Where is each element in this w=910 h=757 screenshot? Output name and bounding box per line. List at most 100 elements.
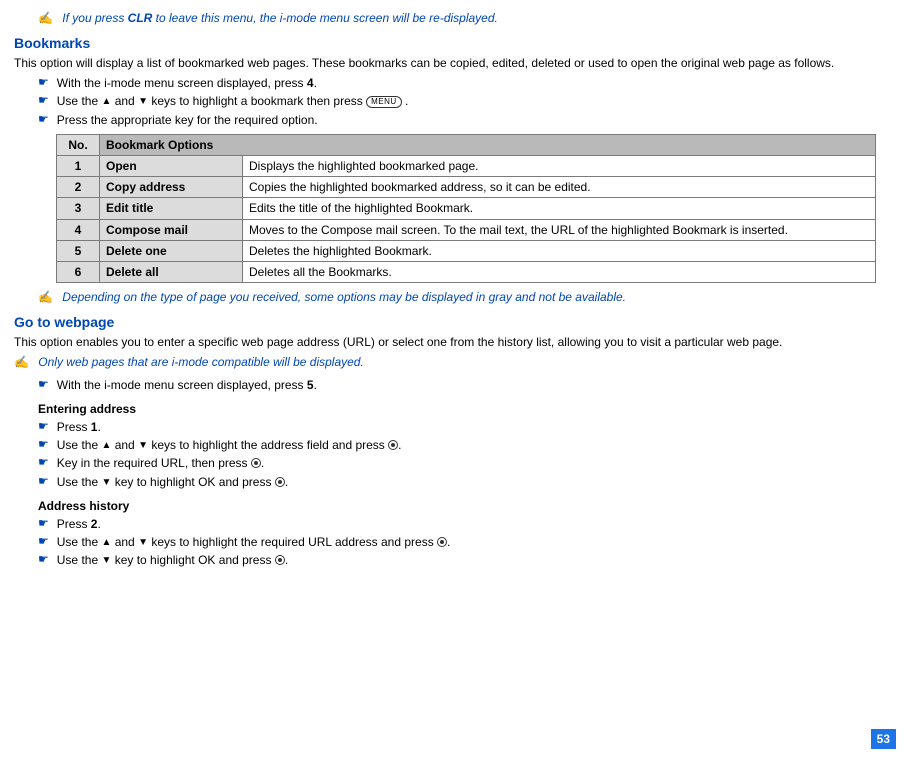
row-option-desc: Copies the highlighted bookmarked addres…: [243, 177, 876, 198]
down-arrow-icon: ▼: [138, 537, 148, 548]
row-option-name: Copy address: [100, 177, 243, 198]
ea-s3-pre: Key in the required URL, then press: [57, 456, 251, 470]
down-arrow-icon: ▼: [138, 440, 148, 451]
entering-step-2: ☛ Use the ▲ and ▼ keys to highlight the …: [38, 437, 896, 453]
ah-s2-end: .: [447, 535, 450, 549]
goto-intro: This option enables you to enter a speci…: [14, 334, 896, 350]
row-number: 6: [57, 261, 100, 282]
ah-s2-mid: and: [111, 535, 138, 549]
bookmarks-heading: Bookmarks: [14, 34, 896, 53]
goto-heading: Go to webpage: [14, 313, 896, 332]
ea-s3-end: .: [261, 456, 264, 470]
ah-s1-post: .: [97, 517, 100, 531]
row-option-name: Compose mail: [100, 219, 243, 240]
down-arrow-icon: ▼: [101, 555, 111, 566]
bookmarks-step-1: ☛ With the i-mode menu screen displayed,…: [38, 75, 896, 91]
row-option-name: Open: [100, 156, 243, 177]
note-clr-post: to leave this menu, the i-mode menu scre…: [152, 11, 498, 25]
table-row: 5Delete oneDeletes the highlighted Bookm…: [57, 240, 876, 261]
bm-step1-pre: With the i-mode menu screen displayed, p…: [57, 76, 307, 90]
table-row: 2Copy addressCopies the highlighted book…: [57, 177, 876, 198]
ea-s2-mid: and: [111, 438, 138, 452]
up-arrow-icon: ▲: [101, 537, 111, 548]
bm-step2-mid: and: [111, 94, 138, 108]
bookmarks-step-2: ☛ Use the ▲ and ▼ keys to highlight a bo…: [38, 93, 896, 109]
note-clr-pre: If you press: [62, 11, 127, 25]
hand-icon: ☛: [38, 75, 49, 91]
ah-s3-end: .: [285, 553, 288, 567]
entering-heading: Entering address: [38, 401, 896, 417]
history-heading: Address history: [38, 498, 896, 514]
ea-s1-post: .: [97, 420, 100, 434]
history-step-1: ☛ Press 2.: [38, 516, 896, 532]
bm-step2-post1: keys to highlight a bookmark then press: [148, 94, 366, 108]
ok-key-icon: [437, 537, 447, 547]
note-icon: ✍: [38, 11, 53, 25]
hand-icon: ☛: [38, 534, 49, 550]
hand-icon: ☛: [38, 455, 49, 471]
goto-note: ✍ Only web pages that are i-mode compati…: [14, 354, 896, 370]
hand-icon: ☛: [38, 516, 49, 532]
ea-s2-post: keys to highlight the address field and …: [148, 438, 388, 452]
note-clr: ✍ If you press CLR to leave this menu, t…: [38, 10, 896, 26]
note-icon: ✍: [38, 290, 53, 304]
history-step-3: ☛ Use the ▼ key to highlight OK and pres…: [38, 552, 896, 568]
ok-key-icon: [251, 458, 261, 468]
row-number: 2: [57, 177, 100, 198]
hand-icon: ☛: [38, 377, 49, 393]
table-row: 3Edit titleEdits the title of the highli…: [57, 198, 876, 219]
note-gray: ✍ Depending on the type of page you rece…: [38, 289, 896, 305]
row-option-desc: Moves to the Compose mail screen. To the…: [243, 219, 876, 240]
row-number: 5: [57, 240, 100, 261]
th-no: No.: [57, 134, 100, 155]
ah-s2-pre: Use the: [57, 535, 102, 549]
goto-note-text: Only web pages that are i-mode compatibl…: [38, 355, 364, 369]
ea-s2-end: .: [398, 438, 401, 452]
row-option-desc: Deletes the highlighted Bookmark.: [243, 240, 876, 261]
note-icon: ✍: [14, 355, 29, 369]
bm-step3-text: Press the appropriate key for the requir…: [57, 112, 896, 128]
ea-s4-pre: Use the: [57, 475, 102, 489]
ok-key-icon: [275, 555, 285, 565]
ea-s2-pre: Use the: [57, 438, 102, 452]
down-arrow-icon: ▼: [101, 477, 111, 488]
entering-step-3: ☛ Key in the required URL, then press .: [38, 455, 896, 471]
bm-step1-key: 4: [307, 76, 314, 90]
ea-s4-end: .: [285, 475, 288, 489]
entering-step-4: ☛ Use the ▼ key to highlight OK and pres…: [38, 474, 896, 490]
goto-step1-key: 5: [307, 378, 314, 392]
hand-icon: ☛: [38, 419, 49, 435]
note-gray-text: Depending on the type of page you receiv…: [62, 290, 626, 304]
history-step-2: ☛ Use the ▲ and ▼ keys to highlight the …: [38, 534, 896, 550]
row-option-name: Delete all: [100, 261, 243, 282]
goto-step1-pre: With the i-mode menu screen displayed, p…: [57, 378, 307, 392]
ea-s1-pre: Press: [57, 420, 91, 434]
bookmark-options-table: No. Bookmark Options 1OpenDisplays the h…: [56, 134, 876, 283]
goto-step1-post: .: [314, 378, 317, 392]
row-number: 3: [57, 198, 100, 219]
row-number: 1: [57, 156, 100, 177]
hand-icon: ☛: [38, 552, 49, 568]
row-option-name: Delete one: [100, 240, 243, 261]
table-row: 1OpenDisplays the highlighted bookmarked…: [57, 156, 876, 177]
ah-s3-pre: Use the: [57, 553, 102, 567]
note-clr-key: CLR: [128, 11, 153, 25]
ea-s4-post: key to highlight OK and press: [111, 475, 274, 489]
table-row: 6Delete allDeletes all the Bookmarks.: [57, 261, 876, 282]
hand-icon: ☛: [38, 112, 49, 128]
row-number: 4: [57, 219, 100, 240]
hand-icon: ☛: [38, 93, 49, 109]
bm-step2-pre: Use the: [57, 94, 102, 108]
hand-icon: ☛: [38, 474, 49, 490]
hand-icon: ☛: [38, 437, 49, 453]
up-arrow-icon: ▲: [101, 96, 111, 107]
th-options: Bookmark Options: [100, 134, 876, 155]
row-option-name: Edit title: [100, 198, 243, 219]
down-arrow-icon: ▼: [138, 96, 148, 107]
goto-step-1: ☛ With the i-mode menu screen displayed,…: [38, 377, 896, 393]
ah-s1-pre: Press: [57, 517, 91, 531]
bm-step2-post2: .: [402, 94, 409, 108]
row-option-desc: Displays the highlighted bookmarked page…: [243, 156, 876, 177]
ok-key-icon: [275, 477, 285, 487]
page-number: 53: [871, 729, 896, 749]
